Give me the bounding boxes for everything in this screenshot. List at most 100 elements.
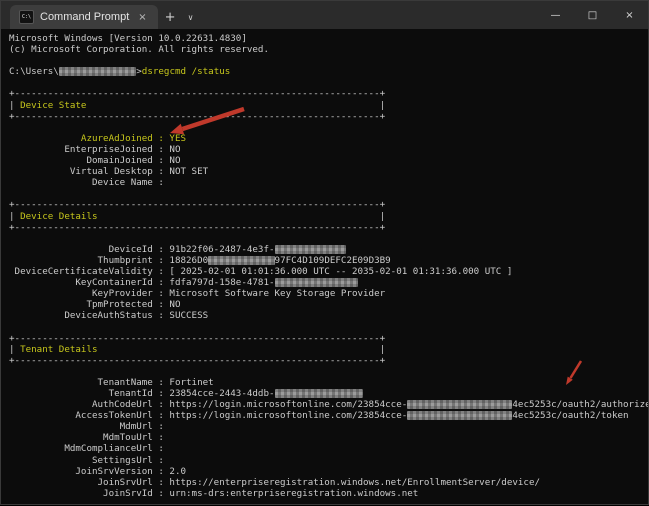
terminal-line: JoinSrvId : urn:ms-drs:enterpriseregistr… — [9, 488, 648, 499]
terminal-text: | — [9, 344, 20, 355]
terminal-text: KeyContainerId : fdfa797d-158e-4781- — [9, 277, 275, 288]
terminal-text: Device Details — [20, 211, 97, 222]
close-button[interactable]: × — [611, 1, 648, 29]
terminal-text: Virtual Desktop : NOT SET — [9, 166, 208, 177]
terminal-text: MdmTouUrl : — [9, 432, 164, 443]
new-tab-button[interactable]: + — [158, 5, 183, 29]
terminal-line: TenantId : 23854cce-2443-4ddb- — [9, 388, 648, 399]
terminal-line — [9, 122, 648, 133]
terminal-line: +---------------------------------------… — [9, 355, 648, 366]
terminal-text: JoinSrvVersion : 2.0 — [9, 466, 186, 477]
terminal-line: +---------------------------------------… — [9, 111, 648, 122]
redacted-text — [275, 278, 358, 287]
terminal-text: +---------------------------------------… — [9, 355, 385, 366]
terminal-line — [9, 233, 648, 244]
terminal-text: Device State — [20, 100, 86, 111]
terminal-line: Thumbprint : 18826D0 97FC4D109DEFC2E09D3… — [9, 255, 648, 266]
terminal-line: AuthCodeUrl : https://login.microsoftonl… — [9, 399, 648, 410]
redacted-text — [407, 400, 512, 409]
terminal-text: | — [9, 100, 20, 111]
tab-strip: C:\ Command Prompt × + ∨ — [1, 5, 198, 29]
terminal-text: DeviceId : 91b22f06-2487-4e3f- — [9, 244, 275, 255]
terminal-line: DeviceAuthStatus : SUCCESS — [9, 310, 648, 321]
terminal-text: AuthCodeUrl : https://login.microsoftonl… — [9, 399, 407, 410]
terminal-line: | Tenant Details | — [9, 344, 648, 355]
terminal-line: AzureAdJoined : YES — [9, 133, 648, 144]
terminal-line: Virtual Desktop : NOT SET — [9, 166, 648, 177]
terminal-line: DomainJoined : NO — [9, 155, 648, 166]
terminal-text: Device Name : — [9, 177, 164, 188]
maximize-button[interactable]: □ — [574, 1, 611, 29]
terminal-window: C:\ Command Prompt × + ∨ — □ × Microsoft… — [0, 0, 649, 505]
terminal-text: 4ec5253c/oauth2/authorize — [512, 399, 648, 410]
terminal-text: C:\Users\ — [9, 66, 59, 77]
terminal-text: DeviceCertificateValidity : [ 2025-02-01… — [9, 266, 512, 277]
terminal-text: JoinSrvUrl : https://enterpriseregistrat… — [9, 477, 540, 488]
terminal-text: Microsoft Windows [Version 10.0.22631.48… — [9, 33, 247, 44]
terminal-line: | Device State | — [9, 100, 648, 111]
terminal-text: JoinSrvId : urn:ms-drs:enterpriseregistr… — [9, 488, 418, 499]
terminal-line: KeyProvider : Microsoft Software Key Sto… — [9, 288, 648, 299]
terminal-line: (c) Microsoft Corporation. All rights re… — [9, 44, 648, 55]
terminal-text: +---------------------------------------… — [9, 222, 385, 233]
terminal-text: +---------------------------------------… — [9, 199, 385, 210]
terminal-line: | Device Details | — [9, 211, 648, 222]
tab-dropdown-icon[interactable]: ∨ — [183, 5, 199, 29]
terminal-text: EnterpriseJoined : NO — [9, 144, 180, 155]
terminal-line: +---------------------------------------… — [9, 199, 648, 210]
terminal-text: MdmComplianceUrl : — [9, 443, 164, 454]
terminal-line — [9, 366, 648, 377]
tab-close-icon[interactable]: × — [135, 10, 149, 25]
terminal-text: AccessTokenUrl : https://login.microsoft… — [9, 410, 407, 421]
terminal-line — [9, 188, 648, 199]
terminal-line: SettingsUrl : — [9, 455, 648, 466]
terminal-text: +---------------------------------------… — [9, 111, 385, 122]
terminal-text: KeyProvider : Microsoft Software Key Sto… — [9, 288, 385, 299]
redacted-text — [59, 67, 136, 76]
terminal-text: TpmProtected : NO — [9, 299, 180, 310]
terminal-line: Device Name : — [9, 177, 648, 188]
terminal-text: 97FC4D109DEFC2E09D3B9 — [275, 255, 391, 266]
redacted-text — [407, 411, 512, 420]
terminal-text: | — [98, 211, 386, 222]
terminal-text: | — [98, 344, 386, 355]
terminal-text: MdmUrl : — [9, 421, 164, 432]
command-prompt-icon: C:\ — [19, 10, 34, 24]
terminal-text: Tenant Details — [20, 344, 97, 355]
terminal-text: TenantId : 23854cce-2443-4ddb- — [9, 388, 275, 399]
tab-label: Command Prompt — [40, 11, 129, 23]
window-controls: — □ × — [537, 1, 648, 29]
terminal-text: TenantName : Fortinet — [9, 377, 214, 388]
terminal-text: (c) Microsoft Corporation. All rights re… — [9, 44, 269, 55]
terminal-output[interactable]: Microsoft Windows [Version 10.0.22631.48… — [1, 29, 648, 504]
terminal-line: +---------------------------------------… — [9, 333, 648, 344]
terminal-line: TenantName : Fortinet — [9, 377, 648, 388]
terminal-text: +---------------------------------------… — [9, 88, 385, 99]
terminal-line: JoinSrvUrl : https://enterpriseregistrat… — [9, 477, 648, 488]
terminal-line: MdmUrl : — [9, 421, 648, 432]
terminal-text: +---------------------------------------… — [9, 333, 385, 344]
terminal-text: | — [9, 211, 20, 222]
redacted-text — [208, 256, 274, 265]
redacted-text — [275, 389, 364, 398]
terminal-line: AccessTokenUrl : https://login.microsoft… — [9, 410, 648, 421]
terminal-line — [9, 77, 648, 88]
terminal-text: Thumbprint : 18826D0 — [9, 255, 208, 266]
terminal-line: MdmComplianceUrl : — [9, 443, 648, 454]
terminal-line: Microsoft Windows [Version 10.0.22631.48… — [9, 33, 648, 44]
tab-command-prompt[interactable]: C:\ Command Prompt × — [10, 5, 158, 29]
terminal-text: DomainJoined : NO — [9, 155, 180, 166]
terminal-text: dsregcmd /status — [142, 66, 231, 77]
terminal-line — [9, 321, 648, 332]
terminal-line: EnterpriseJoined : NO — [9, 144, 648, 155]
terminal-line — [9, 55, 648, 66]
terminal-line: KeyContainerId : fdfa797d-158e-4781- — [9, 277, 648, 288]
titlebar[interactable]: C:\ Command Prompt × + ∨ — □ × — [1, 1, 648, 29]
minimize-button[interactable]: — — [537, 1, 574, 29]
terminal-line: DeviceCertificateValidity : [ 2025-02-01… — [9, 266, 648, 277]
terminal-line: +---------------------------------------… — [9, 88, 648, 99]
terminal-line: JoinSrvVersion : 2.0 — [9, 466, 648, 477]
terminal-line: C:\Users\ >dsregcmd /status — [9, 66, 648, 77]
terminal-text: | — [86, 100, 385, 111]
terminal-text: SettingsUrl : — [9, 455, 164, 466]
